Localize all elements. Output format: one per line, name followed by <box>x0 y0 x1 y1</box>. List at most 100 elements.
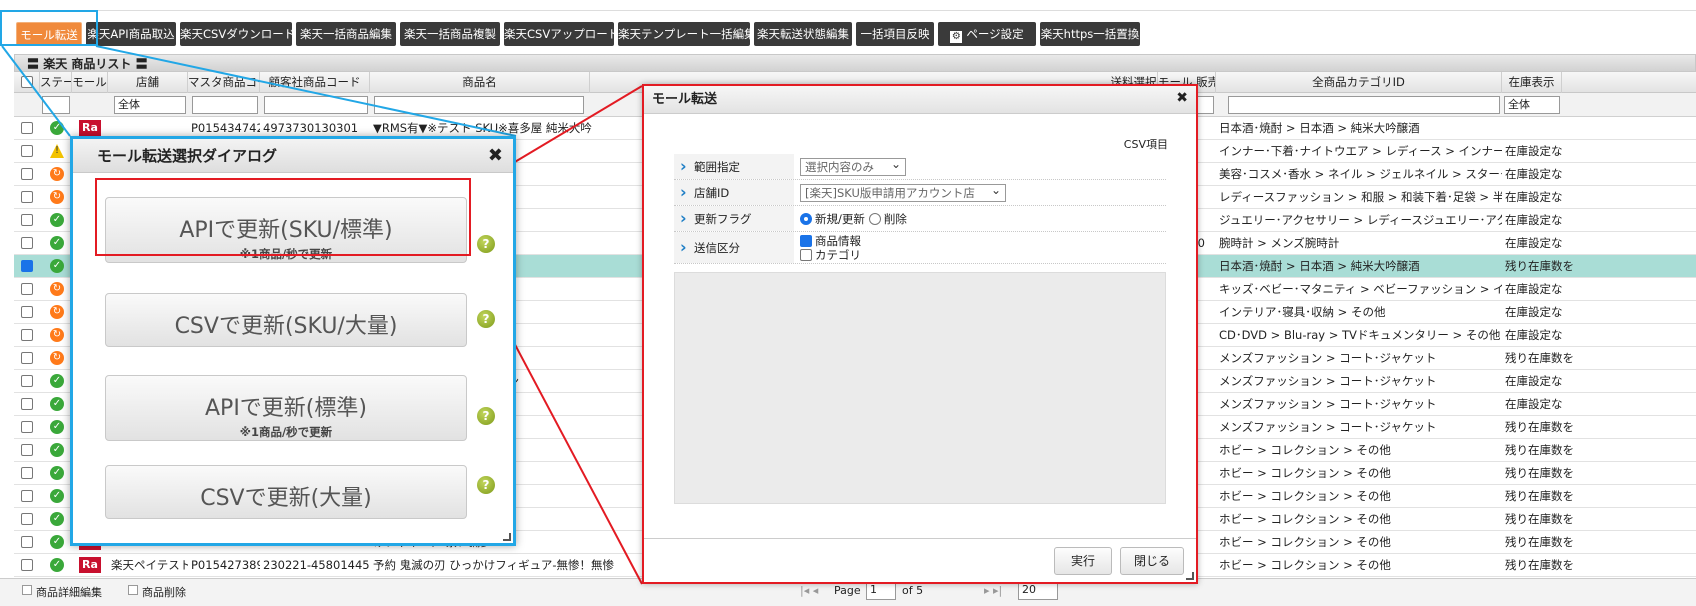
rakuten-logo-icon: Ra <box>79 120 101 136</box>
stock-cell: 在庫設定な <box>1505 144 1563 158</box>
category-checkbox[interactable] <box>800 248 812 261</box>
settings-icon: ⚙ <box>950 31 963 43</box>
csv-update-sku-button[interactable]: CSVで更新(SKU/大量) <box>105 293 467 347</box>
row-checkbox[interactable] <box>21 513 33 525</box>
status-filter[interactable] <box>42 96 70 114</box>
row-checkbox[interactable] <box>21 375 33 387</box>
select-all-checkbox[interactable] <box>21 76 33 88</box>
api-update-standard-sub: ※1商品/秒で更新 <box>239 425 333 439</box>
api-update-standard-button[interactable]: APIで更新(標準) ※1商品/秒で更新 <box>105 375 467 441</box>
header-master-code[interactable]: マスタ商品コード <box>188 72 260 93</box>
select-dialog-title: モール転送選択ダイアログ <box>73 139 513 173</box>
customer-code-cell: 230221-4580144573999 <box>263 558 370 572</box>
rakuten-bulk-edit-button[interactable]: 楽天一括商品編集 <box>296 22 396 46</box>
resize-handle[interactable] <box>1186 572 1194 580</box>
status-icon: ✓ <box>50 374 64 388</box>
rakuten-bulk-copy-button[interactable]: 楽天一括商品複製 <box>400 22 500 46</box>
csv-update-sku-title: CSVで更新(SKU/大量) <box>174 314 398 339</box>
header-select-all[interactable] <box>14 72 40 93</box>
help-icon[interactable]: ? <box>477 310 495 328</box>
header-product-name[interactable]: 商品名 <box>370 72 590 93</box>
row-checkbox[interactable] <box>21 191 33 203</box>
help-icon[interactable]: ? <box>477 476 495 494</box>
close-icon[interactable]: ✖ <box>1176 90 1188 106</box>
shop-cell: 楽天ペイテスト店 <box>111 558 188 572</box>
header-category[interactable]: 全商品カテゴリID <box>1216 72 1502 93</box>
resize-handle[interactable] <box>503 533 511 541</box>
stock-cell: 残り在庫数を <box>1505 259 1574 273</box>
header-shop[interactable]: 店舗 <box>108 72 188 93</box>
product-name-filter[interactable] <box>374 96 584 114</box>
shop-id-select[interactable]: [楽天]SKU版申請用アカウント店 <box>800 182 1006 202</box>
header-stock[interactable]: 在庫表示 <box>1502 72 1562 93</box>
master-code-cell: P015427389 <box>191 558 260 572</box>
row-checkbox[interactable] <box>21 444 33 456</box>
row-checkbox[interactable] <box>21 398 33 410</box>
rakuten-csv-upload-button[interactable]: 楽天CSVアップロード <box>504 22 614 46</box>
stock-cell: 在庫設定な <box>1505 305 1563 319</box>
customer-code-filter[interactable] <box>264 96 368 114</box>
rakuten-https-replace-button[interactable]: 楽天https一括置換 <box>1040 22 1140 46</box>
delete-link[interactable]: 商品削除 <box>142 584 186 600</box>
row-checkbox[interactable] <box>21 329 33 341</box>
category-cell: メンズファッション > コート･ジャケット <box>1219 374 1437 388</box>
flag-new-radio[interactable] <box>800 212 812 225</box>
page-settings-button[interactable]: ⚙ ページ設定 <box>938 22 1036 46</box>
rakuten-template-bulk-edit-button[interactable]: 楽天テンプレート一括編集 <box>618 22 750 46</box>
range-select[interactable]: 選択内容のみ <box>800 156 906 176</box>
row-checkbox[interactable] <box>21 306 33 318</box>
header-customer-code[interactable]: 顧客社商品コード <box>260 72 370 93</box>
status-icon: ✓ <box>50 489 64 503</box>
range-label: 範囲指定 <box>674 154 794 179</box>
category-label: カテゴリ <box>815 247 861 262</box>
status-icon: ✓ <box>50 397 64 411</box>
stock-cell: 残り在庫数を <box>1505 420 1574 434</box>
mall-transfer-form: 範囲指定 選択内容のみ 店舗ID [楽天]SKU版申請用アカウント店 更新フラグ… <box>674 154 1166 284</box>
row-checkbox[interactable] <box>21 122 33 134</box>
mall-transfer-dialog: モール転送 ✖ CSV項目 範囲指定 選択内容のみ 店舗ID [楽天]SKU版申… <box>642 84 1198 584</box>
row-checkbox[interactable] <box>21 352 33 364</box>
header-mall[interactable]: モール <box>72 72 108 93</box>
shop-filter[interactable]: 全体 <box>114 96 186 114</box>
csv-update-bulk-button[interactable]: CSVで更新(大量) <box>105 465 467 519</box>
next-page-icon[interactable]: ▸ ▸| <box>984 584 1002 597</box>
row-checkbox[interactable] <box>21 145 33 157</box>
per-page-select[interactable]: 20 <box>1018 582 1058 600</box>
rakuten-api-import-button[interactable]: 楽天API商品取込 <box>86 22 176 46</box>
close-icon[interactable]: ✖ <box>488 145 503 166</box>
row-checkbox[interactable] <box>21 283 33 295</box>
execute-button[interactable]: 実行 <box>1054 547 1112 575</box>
status-icon: ✓ <box>50 443 64 457</box>
row-checkbox[interactable] <box>21 214 33 226</box>
rakuten-csv-download-button[interactable]: 楽天CSVダウンロード <box>180 22 292 46</box>
category-filter[interactable] <box>1228 96 1500 114</box>
row-checkbox[interactable] <box>21 237 33 249</box>
stock-cell: 残り在庫数を <box>1505 558 1574 572</box>
row-checkbox[interactable] <box>21 490 33 502</box>
row-checkbox[interactable] <box>21 559 33 571</box>
list-menu-icon[interactable]: 〓 <box>136 57 148 71</box>
help-icon[interactable]: ? <box>477 235 495 253</box>
help-icon[interactable]: ? <box>477 407 495 425</box>
master-code-filter[interactable] <box>192 96 258 114</box>
list-collapse-icon[interactable]: 〓 <box>27 57 39 71</box>
flag-delete-radio[interactable] <box>868 212 881 225</box>
row-checkbox[interactable] <box>21 467 33 479</box>
page-input[interactable]: 1 <box>866 582 896 600</box>
row-checkbox[interactable] <box>21 168 33 180</box>
mall-transfer-dialog-title: モール転送 <box>644 86 1196 114</box>
row-checkbox[interactable] <box>21 421 33 433</box>
status-icon: ✓ <box>50 558 64 572</box>
rakuten-transfer-status-button[interactable]: 楽天転送状態編集 <box>754 22 852 46</box>
close-button[interactable]: 閉じる <box>1120 547 1184 575</box>
category-cell: ホビー > コレクション > その他 <box>1219 466 1391 480</box>
product-info-checkbox[interactable] <box>800 234 812 247</box>
stock-filter[interactable]: 全体 <box>1504 96 1560 114</box>
row-checkbox[interactable] <box>21 260 33 272</box>
row-checkbox[interactable] <box>21 536 33 548</box>
category-cell: 日本酒･焼酎 > 日本酒 > 純米大吟醸酒 <box>1219 259 1420 273</box>
header-status[interactable]: ステー <box>40 72 72 93</box>
bulk-item-apply-button[interactable]: 一括項目反映 <box>856 22 934 46</box>
detail-edit-link[interactable]: 商品詳細編集 <box>36 584 102 600</box>
first-page-icon[interactable]: |◂ ◂ <box>800 584 818 597</box>
